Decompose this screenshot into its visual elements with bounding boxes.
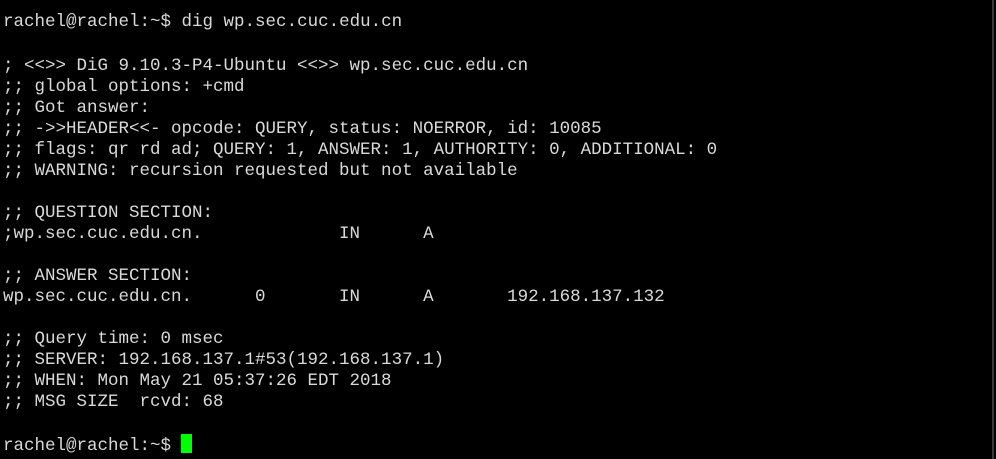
command-text: dig wp.sec.cuc.edu.cn — [181, 12, 403, 32]
shell-prompt: rachel@rachel:~$ — [3, 12, 172, 32]
output-line: ;; ANSWER SECTION: — [3, 266, 193, 286]
prompt-line[interactable]: rachel@rachel:~$ — [3, 434, 193, 456]
output-line: ;; WHEN: Mon May 21 05:37:26 EDT 2018 — [3, 371, 392, 391]
output-line: ;; ->>HEADER<<- opcode: QUERY, status: N… — [3, 119, 602, 139]
terminal-window[interactable]: rachel@rachel:~$ dig wp.sec.cuc.edu.cn ;… — [0, 0, 994, 459]
output-line: ;; Query time: 0 msec — [3, 329, 224, 349]
output-line: ;; Got answer: — [3, 98, 151, 118]
output-line: ;wp.sec.cuc.edu.cn. IN A — [3, 224, 434, 244]
output-line: ;; QUESTION SECTION: — [3, 203, 214, 223]
output-line: ; <<>> DiG 9.10.3-P4-Ubuntu <<>> wp.sec.… — [3, 56, 529, 76]
output-line: ;; global options: +cmd — [3, 77, 245, 97]
shell-prompt: rachel@rachel:~$ — [3, 436, 172, 456]
text-cursor — [181, 434, 193, 453]
output-line: ;; flags: qr rd ad; QUERY: 1, ANSWER: 1,… — [3, 140, 718, 160]
output-line: wp.sec.cuc.edu.cn. 0 IN A 192.168.137.13… — [3, 287, 665, 307]
output-line: ;; MSG SIZE rcvd: 68 — [3, 392, 224, 412]
command-line: rachel@rachel:~$ dig wp.sec.cuc.edu.cn — [3, 12, 402, 33]
output-line: ;; WARNING: recursion requested but not … — [3, 161, 518, 181]
output-line: ;; SERVER: 192.168.137.1#53(192.168.137.… — [3, 350, 445, 370]
